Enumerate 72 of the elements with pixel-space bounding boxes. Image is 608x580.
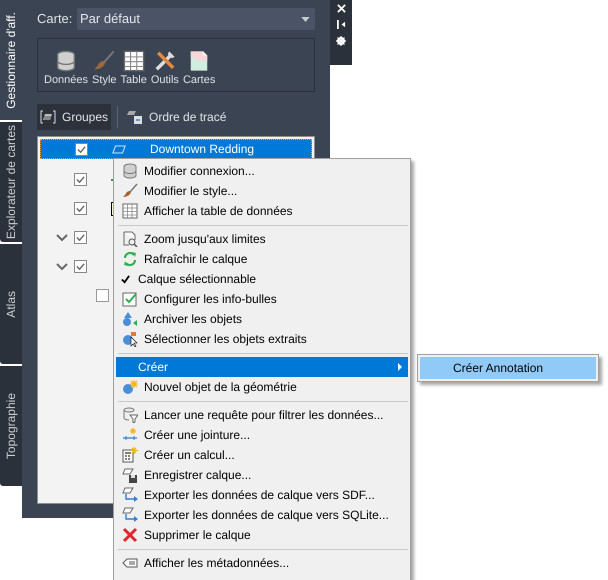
- menu-item[interactable]: Enregistrer calque...: [116, 465, 408, 485]
- menu-item[interactable]: Créer: [116, 357, 408, 377]
- view-tab[interactable]: Groupes: [37, 104, 112, 130]
- toolbar-button[interactable]: Outils: [150, 50, 179, 87]
- settings-icon[interactable]: [336, 36, 346, 46]
- save-icon: [122, 467, 138, 483]
- checkbox[interactable]: [75, 142, 88, 156]
- dropdown-arrow-icon: [301, 16, 310, 22]
- calculator-icon: [122, 447, 138, 463]
- checkbox[interactable]: [74, 173, 87, 186]
- menu-item[interactable]: Zoom jusqu'aux limites: [116, 229, 408, 249]
- toolbar-button[interactable]: Données: [44, 50, 88, 87]
- table-icon: [122, 50, 145, 72]
- export-icon: [122, 487, 138, 503]
- menu-item[interactable]: Nouvel objet de la géométrie: [116, 377, 408, 397]
- zoom-extents-icon: [122, 231, 138, 247]
- checkbox[interactable]: [74, 260, 87, 273]
- map-dropdown[interactable]: Par défaut: [77, 8, 315, 30]
- checkbox[interactable]: [74, 231, 87, 244]
- menu-item[interactable]: Modifier connexion...: [116, 161, 408, 181]
- layer-icon: [112, 144, 126, 154]
- menu-item[interactable]: Supprimer le calque: [116, 525, 408, 545]
- menu-item[interactable]: Exporter les données de calque vers SQLite...: [116, 505, 408, 525]
- menu-item[interactable]: Afficher les métadonnées...: [116, 553, 408, 573]
- menu-item[interactable]: Afficher la table de données: [116, 201, 408, 221]
- map-icon: [188, 50, 210, 72]
- tools-icon: [154, 50, 176, 72]
- toolbar-button[interactable]: Style: [92, 50, 117, 87]
- groups-icon: [40, 109, 56, 125]
- brush-icon: [122, 183, 138, 199]
- filter-icon: [122, 407, 138, 423]
- menu-item[interactable]: Calque sélectionnable: [116, 269, 408, 289]
- menu-item[interactable]: Modifier le style...: [116, 181, 408, 201]
- table-icon: [122, 203, 138, 219]
- checkbox[interactable]: [74, 202, 87, 215]
- cursor-icon: [122, 331, 138, 347]
- delete-icon: [122, 527, 138, 543]
- submenu-arrow-icon: [398, 363, 402, 371]
- pin-icon[interactable]: [336, 20, 346, 29]
- panel-tab[interactable]: Gestionnaire d'aff.: [0, 0, 22, 120]
- chevron-down-icon[interactable]: [56, 262, 68, 270]
- join-icon: [122, 427, 138, 443]
- panel-tab[interactable]: Atlas: [0, 244, 22, 364]
- panel-tab[interactable]: Explorateur de cartes: [0, 122, 22, 242]
- checkbox[interactable]: [96, 289, 109, 302]
- toolbar-button[interactable]: Table: [120, 50, 147, 87]
- map-label: Carte:: [37, 10, 74, 28]
- brush-icon: [93, 50, 116, 72]
- draw-order-icon: [127, 109, 144, 125]
- shapes-icon: [122, 311, 138, 327]
- menu-item[interactable]: Créer une jointure...: [116, 425, 408, 445]
- menu-item[interactable]: Archiver les objets: [116, 309, 408, 329]
- selected-row[interactable]: Downtown Redding: [40, 139, 312, 159]
- menu-item[interactable]: Créer un calcul...: [116, 445, 408, 465]
- toolbar-button[interactable]: Cartes: [182, 50, 216, 87]
- view-tab[interactable]: Ordre de tracé: [124, 104, 230, 130]
- submenu-item[interactable]: Créer Annotation: [420, 357, 596, 379]
- layer-name: Downtown Redding: [150, 142, 254, 156]
- close-icon[interactable]: [336, 4, 346, 13]
- refresh-icon: [122, 251, 138, 267]
- new-object-icon: [122, 379, 138, 395]
- database-icon: [55, 50, 78, 72]
- menu-item[interactable]: Sélectionner les objets extraits: [116, 329, 408, 349]
- menu-item[interactable]: Rafraîchir le calque: [116, 249, 408, 269]
- database-icon: [122, 163, 138, 179]
- menu-item[interactable]: Lancer une requête pour filtrer les données...: [116, 405, 408, 425]
- panel-tab[interactable]: Topographie: [0, 366, 22, 486]
- checkbox-icon: [122, 291, 138, 307]
- menu-item[interactable]: Exporter les données de calque vers SDF...: [116, 485, 408, 505]
- menu-item[interactable]: Configurer les info-bulles: [116, 289, 408, 309]
- chevron-down-icon[interactable]: [56, 234, 68, 242]
- export-icon: [122, 507, 138, 523]
